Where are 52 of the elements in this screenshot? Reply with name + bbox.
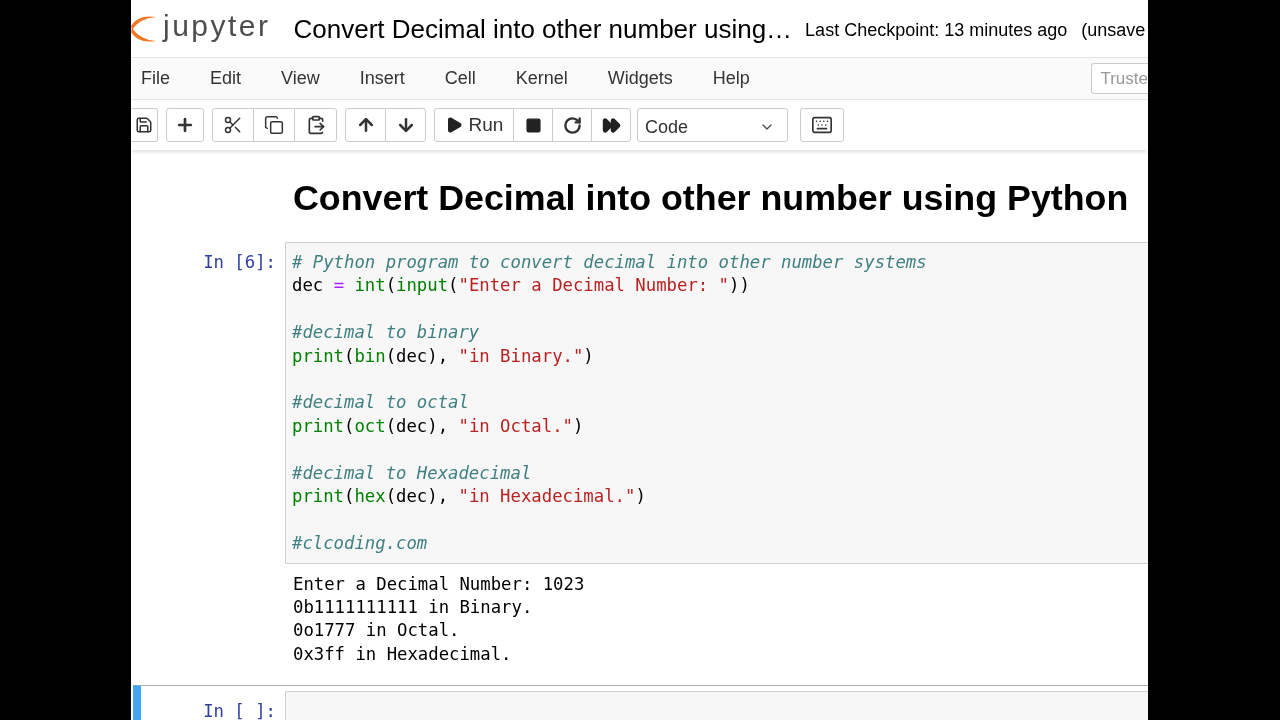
- plus-icon: [175, 115, 195, 135]
- fast-forward-icon: [601, 115, 621, 135]
- circular-arrow-icon: [562, 115, 582, 135]
- keyboard-icon: [811, 114, 833, 136]
- copy-button[interactable]: [253, 108, 295, 142]
- insert-cell-button[interactable]: [166, 108, 204, 142]
- cell-prompt: In [6]:: [203, 251, 276, 274]
- code-line: print(hex(dec), "in Hexadecimal."): [292, 485, 647, 508]
- output-line: 0b1111111111 in Binary.: [293, 595, 534, 619]
- cell-type-select[interactable]: Code: [637, 108, 788, 142]
- menu-item[interactable]: File: [141, 68, 170, 89]
- move-up-button[interactable]: [345, 108, 386, 142]
- code-editor[interactable]: [285, 242, 1148, 565]
- output-line: Enter a Decimal Number: 1023: [293, 572, 586, 596]
- cell-prompt: In [ ]:: [203, 700, 276, 720]
- restart-button[interactable]: [552, 108, 592, 142]
- cut-button[interactable]: [212, 108, 254, 142]
- notebook-cell[interactable]: Convert Decimal into other number using Python: [133, 170, 1148, 236]
- move-down-button[interactable]: [385, 108, 426, 142]
- scissors-icon: [223, 115, 243, 135]
- run-button[interactable]: Run: [434, 108, 514, 142]
- output-line: 0o1777 in Octal.: [293, 619, 461, 643]
- menu-item[interactable]: Kernel: [515, 68, 568, 89]
- save-status: (unsave: [1081, 20, 1146, 41]
- menu-item[interactable]: View: [281, 68, 320, 89]
- logo-wordmark: jupyter: [163, 7, 271, 44]
- code-line: #decimal to binary: [292, 321, 481, 345]
- menu-item[interactable]: Widgets: [607, 68, 673, 89]
- code-line: #decimal to octal: [292, 391, 470, 415]
- code-line: print(oct(dec), "in Octal."): [292, 414, 585, 438]
- stop-square-icon: [524, 116, 542, 134]
- notebook-cell[interactable]: In [ ]:: [133, 685, 1148, 720]
- code-line: #clcoding.com: [292, 531, 429, 555]
- save-icon: [135, 116, 153, 134]
- paste-button[interactable]: [294, 108, 337, 142]
- checkpoint-status: Last Checkpoint: 13 minutes ago: [805, 20, 1068, 41]
- menu-item[interactable]: Help: [712, 68, 750, 89]
- code-line: #decimal to Hexadecimal: [292, 461, 533, 485]
- menu-item[interactable]: Edit: [210, 68, 242, 89]
- menu-item[interactable]: Insert: [359, 68, 405, 89]
- code-line: dec = int(input("Enter a Decimal Number: ")): [292, 274, 751, 298]
- interrupt-button[interactable]: [513, 108, 553, 142]
- markdown-heading: Convert Decimal into other number using Python: [293, 177, 1130, 219]
- output-line: 0x3ff in Hexadecimal.: [293, 642, 513, 666]
- notebook-title[interactable]: Convert Decimal into other number using…: [293, 12, 793, 45]
- save-button[interactable]: [131, 108, 158, 142]
- run-all-button[interactable]: [591, 108, 631, 142]
- command-palette-button[interactable]: [800, 108, 844, 142]
- copy-icon: [264, 115, 284, 135]
- code-line: # Python program to convert decimal into other number systems: [292, 251, 928, 274]
- code-line: print(bin(dec), "in Binary."): [292, 344, 595, 368]
- menu-item[interactable]: Cell: [444, 68, 476, 89]
